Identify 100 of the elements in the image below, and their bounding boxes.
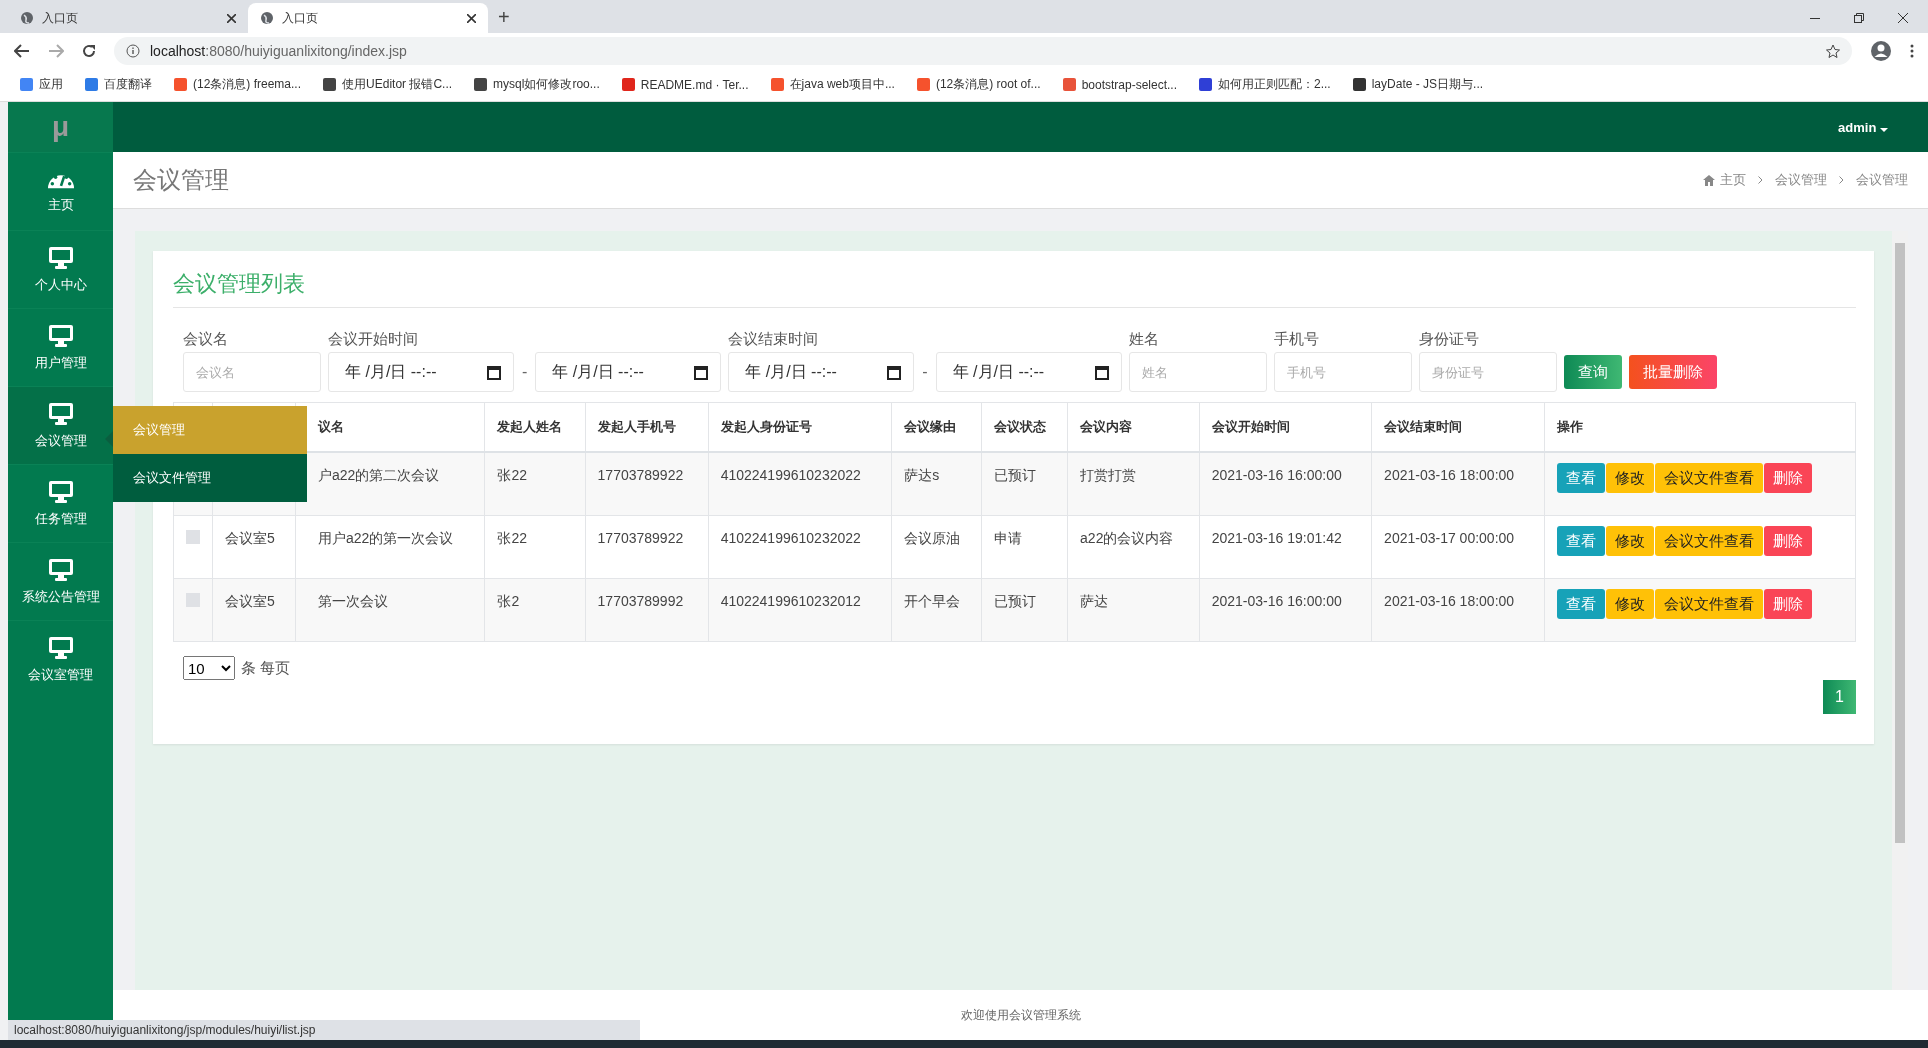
action-button[interactable]: 修改 bbox=[1605, 526, 1654, 556]
range-separator: - bbox=[922, 363, 928, 381]
sidebar-item[interactable]: 系统公告管理 bbox=[8, 542, 113, 620]
monitor-icon bbox=[47, 323, 74, 348]
address-field[interactable]: localhost:8080/huiyiguanlixitong/index.jsp bbox=[114, 36, 1852, 65]
table-cell: 410224199610232022 bbox=[708, 515, 892, 579]
breadcrumb-item[interactable]: 会议管理 bbox=[1856, 171, 1908, 189]
table-cell: 17703789922 bbox=[585, 515, 709, 579]
table-cell: 会议室5 bbox=[212, 515, 296, 579]
date-field[interactable]: 年 /月/日 --:-- bbox=[728, 352, 915, 392]
table-cell: 会议原油 bbox=[891, 515, 982, 579]
filter-field[interactable]: 手机号 bbox=[1273, 352, 1412, 392]
table-cell: 17703789922 bbox=[585, 452, 709, 516]
bookmark[interactable]: 如何用正则匹配：2... bbox=[1199, 76, 1331, 93]
bookmark[interactable]: (12条消息) freema... bbox=[174, 76, 302, 93]
account-icon[interactable] bbox=[1870, 39, 1892, 62]
more-icon[interactable] bbox=[1910, 43, 1914, 58]
bookmark[interactable]: bootstrap-select... bbox=[1062, 77, 1177, 92]
table-cell: 张22 bbox=[485, 452, 586, 516]
filter-field[interactable]: 姓名 bbox=[1128, 352, 1267, 392]
table-cell: 打赏打赏 bbox=[1067, 452, 1200, 516]
restore-icon[interactable] bbox=[1854, 13, 1864, 23]
table-cell: 第一次会议 bbox=[295, 578, 485, 642]
bookmark[interactable]: mysql如何修改roo... bbox=[474, 76, 600, 93]
table-cell: 会议室5 bbox=[212, 578, 296, 642]
filter-label: 手机号 bbox=[1273, 330, 1320, 349]
bookmark[interactable]: layDate - JS日期与... bbox=[1352, 76, 1484, 93]
star-icon[interactable] bbox=[1826, 43, 1840, 58]
scrollbar-thumb[interactable] bbox=[1895, 243, 1905, 843]
table-cell: 萨达 bbox=[1067, 578, 1200, 642]
new-tab-button[interactable]: + bbox=[498, 6, 510, 29]
globe-icon bbox=[260, 11, 274, 25]
bookmark[interactable]: 百度翻译 bbox=[85, 76, 152, 93]
action-button[interactable]: 会议文件查看 bbox=[1654, 463, 1763, 493]
table-cell: 萨达s bbox=[891, 452, 982, 516]
bookmark[interactable]: README.md · Ter... bbox=[621, 77, 749, 92]
table-cell: 2021-03-16 19:01:42 bbox=[1199, 515, 1372, 579]
monitor-icon bbox=[47, 245, 74, 270]
submenu-item[interactable]: 会议文件管理 bbox=[113, 454, 307, 502]
monitor-icon bbox=[47, 401, 74, 426]
browser-tab[interactable]: 入口页 bbox=[8, 3, 248, 33]
breadcrumb-item[interactable]: 主页 bbox=[1720, 171, 1746, 189]
page-size-label: 条 每页 bbox=[241, 658, 291, 678]
action-button[interactable]: 会议文件查看 bbox=[1654, 526, 1763, 556]
monitor-icon bbox=[47, 557, 74, 582]
table-cell: 2021-03-16 16:00:00 bbox=[1199, 578, 1372, 642]
page-title: 会议管理 bbox=[133, 165, 230, 195]
table-cell: 开个早会 bbox=[891, 578, 982, 642]
sidebar-item[interactable]: 会议管理 bbox=[8, 386, 113, 464]
table-cell: 17703789992 bbox=[585, 578, 709, 642]
caret-icon bbox=[1880, 127, 1888, 132]
bookmark[interactable]: 使用UEditor 报错C... bbox=[323, 76, 453, 93]
monitor-icon bbox=[47, 635, 74, 660]
sidebar-item[interactable]: 个人中心 bbox=[8, 230, 113, 308]
bookmark[interactable]: 在java web项目中... bbox=[770, 76, 895, 93]
close-icon[interactable] bbox=[467, 13, 476, 23]
status-url: localhost:8080/huiyiguanlixitong/jsp/modules/huiyi/list.jsp bbox=[8, 1020, 640, 1040]
user-menu[interactable]: admin bbox=[1838, 119, 1888, 135]
action-button[interactable]: 修改 bbox=[1605, 589, 1654, 619]
calendar-icon bbox=[1094, 364, 1109, 380]
calendar-icon bbox=[487, 364, 501, 380]
range-separator: - bbox=[522, 363, 528, 381]
home-icon bbox=[1703, 174, 1715, 186]
table-cell: 用户a22的第一次会议 bbox=[295, 515, 485, 579]
reload-icon[interactable] bbox=[82, 43, 96, 58]
search-button[interactable]: 查询 bbox=[1563, 355, 1622, 389]
table-cell: 张2 bbox=[485, 578, 586, 642]
table-cell: 2021-03-16 16:00:00 bbox=[1199, 452, 1372, 516]
sidebar-item[interactable]: 任务管理 bbox=[8, 464, 113, 542]
back-icon[interactable] bbox=[14, 43, 30, 58]
date-field[interactable]: 年 /月/日 --:-- bbox=[935, 352, 1122, 392]
footer-text: 欢迎使用会议管理系统 bbox=[960, 1006, 1081, 1024]
action-button[interactable]: 修改 bbox=[1605, 463, 1654, 493]
calendar-icon bbox=[887, 364, 902, 380]
bookmark[interactable]: (12条消息) root of... bbox=[916, 76, 1041, 93]
chevron-icon bbox=[1758, 176, 1763, 184]
bookmark[interactable]: 应用 bbox=[20, 76, 63, 93]
chevron-icon bbox=[1839, 176, 1844, 184]
page-size-select[interactable]: 10 bbox=[183, 656, 235, 680]
close-icon[interactable] bbox=[1898, 13, 1908, 23]
close-icon[interactable] bbox=[227, 13, 236, 23]
table-cell: 张22 bbox=[485, 515, 586, 579]
table-cell: 申请 bbox=[981, 515, 1068, 579]
breadcrumb-item[interactable]: 会议管理 bbox=[1775, 171, 1827, 189]
monitor-icon bbox=[47, 479, 74, 504]
table-cell: a22的会议内容 bbox=[1067, 515, 1200, 579]
row-checkbox[interactable] bbox=[186, 530, 200, 544]
row-checkbox[interactable] bbox=[186, 593, 200, 607]
url-text: localhost:8080/huiyiguanlixitong/index.jsp bbox=[150, 42, 407, 59]
sidebar-item[interactable]: 会议室管理 bbox=[8, 620, 113, 698]
date-field[interactable]: 年 /月/日 --:-- bbox=[328, 352, 514, 392]
filter-label: 会议名 bbox=[183, 330, 229, 349]
action-button[interactable]: 会议文件查看 bbox=[1654, 589, 1763, 619]
filter-label: 会议结束时间 bbox=[728, 330, 820, 349]
filter-field[interactable]: 身份证号 bbox=[1418, 352, 1557, 392]
date-field[interactable]: 年 /月/日 --:-- bbox=[535, 352, 722, 392]
filter-label: 会议开始时间 bbox=[328, 330, 419, 349]
table-cell: 410224199610232012 bbox=[708, 578, 892, 642]
filter-field[interactable]: 会议名 bbox=[183, 352, 321, 392]
browser-tab[interactable]: 入口页 bbox=[248, 3, 488, 33]
